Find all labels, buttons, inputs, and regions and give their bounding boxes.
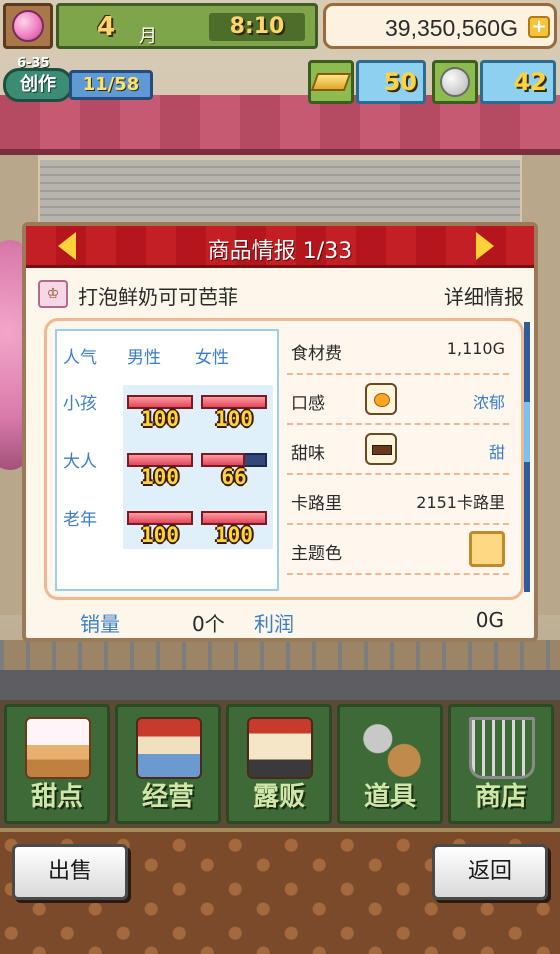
calorie-value: 2151卡路里 — [416, 493, 505, 512]
create-badge[interactable]: 创作 6-35 11/58 — [3, 56, 153, 104]
money-panel: 39,350,560G + — [323, 3, 557, 49]
male-header: 男性 — [127, 348, 161, 368]
attribute-list: 食材费 1,110G 口感 浓郁 甜味 甜 卡路里 2151卡路里 主题色 — [287, 327, 509, 595]
back-button[interactable]: 返回 — [432, 844, 548, 900]
menu-dessert-button[interactable]: 甜点 — [4, 704, 110, 824]
add-money-button[interactable]: + — [528, 16, 550, 38]
menu-label: 露贩 — [252, 782, 305, 812]
avatar-ball-icon — [12, 10, 44, 42]
medal-count: 42 — [480, 60, 556, 104]
create-count: 11/58 — [69, 70, 153, 100]
create-date: 6-35 — [17, 56, 50, 71]
month-unit: 月 — [139, 26, 157, 47]
top-hud: 4 月 8:10 39,350,560G + 创作 6-35 11/58 50 … — [0, 0, 560, 110]
menu-store-button[interactable]: 商店 — [448, 704, 554, 824]
dialog-header: 商品情报 1/33 — [26, 226, 534, 268]
pop-cell-senior-female: 100 — [201, 505, 267, 547]
texture-value: 浓郁 — [472, 393, 505, 412]
attr-row-sweet: 甜味 甜 — [287, 427, 509, 475]
profit-label: 利润 — [254, 612, 294, 636]
theme-label: 主题色 — [291, 544, 342, 564]
pop-value: 100 — [141, 407, 179, 431]
sweet-value: 甜 — [488, 443, 505, 462]
pop-cell-adult-male: 100 — [127, 447, 193, 489]
road — [0, 670, 560, 700]
create-label: 创作 — [3, 68, 73, 102]
menu-label: 道具 — [363, 782, 416, 812]
profit-value: 0G — [475, 608, 504, 632]
cake-icon — [25, 717, 91, 779]
product-info-dialog: 商品情报 1/33 ♔ 打泡鲜奶可可芭菲 详细情报 人气 男性 女性 小孩 大人… — [22, 222, 538, 642]
gear-bag-icon — [358, 717, 424, 779]
pop-cell-child-female: 100 — [201, 389, 267, 431]
dessert-icon: ♔ — [38, 280, 68, 308]
sales-label: 销量 — [80, 612, 120, 636]
sweet-label: 甜味 — [291, 444, 325, 464]
menu-label: 经营 — [141, 782, 194, 812]
row-label-adult: 大人 — [63, 452, 97, 472]
item-row: ♔ 打泡鲜奶可可芭菲 详细情报 — [38, 278, 528, 310]
scrollbar-thumb[interactable] — [524, 402, 530, 462]
gold-count: 50 — [356, 60, 426, 104]
player-avatar[interactable] — [3, 3, 53, 49]
money-value: 39,350,560G — [384, 15, 518, 41]
popularity-panel: 人气 男性 女性 小孩 大人 老年 100 100 100 66 100 100 — [55, 329, 279, 591]
item-name: 打泡鲜奶可可芭菲 — [78, 285, 238, 309]
sales-value: 0个 — [192, 612, 225, 636]
pop-cell-child-male: 100 — [127, 389, 193, 431]
pop-value: 100 — [141, 465, 179, 489]
row-label-child: 小孩 — [63, 394, 97, 414]
gold-bar-icon-box — [308, 60, 354, 104]
calorie-label: 卡路里 — [291, 494, 342, 514]
pop-value: 66 — [221, 465, 247, 489]
attr-row-theme: 主题色 — [287, 527, 509, 575]
pop-cell-senior-male: 100 — [127, 505, 193, 547]
row-label-senior: 老年 — [63, 510, 97, 530]
attr-row-calorie: 卡路里 2151卡路里 — [287, 477, 509, 525]
info-box: 人气 男性 女性 小孩 大人 老年 100 100 100 66 100 100… — [44, 318, 524, 600]
shop-icon — [136, 717, 202, 779]
next-arrow-icon[interactable] — [476, 232, 498, 260]
pop-value: 100 — [215, 523, 253, 547]
texture-label: 口感 — [291, 394, 325, 414]
menu-label: 甜点 — [30, 782, 83, 812]
theme-color-swatch — [469, 531, 505, 567]
month-number: 4 — [97, 12, 116, 42]
popularity-header: 人气 — [63, 348, 97, 368]
female-header: 女性 — [195, 348, 229, 368]
menu-manage-button[interactable]: 经营 — [115, 704, 221, 824]
detail-info-link[interactable]: 详细情报 — [444, 281, 524, 310]
dialog-title: 商品情报 1/33 — [207, 239, 353, 264]
pop-cell-adult-female: 66 — [201, 447, 267, 489]
gold-bar-icon — [310, 73, 352, 91]
sweetness-icon — [365, 433, 397, 465]
food-truck-icon — [247, 717, 313, 779]
medal-icon-box — [432, 60, 478, 104]
cost-label: 食材费 — [291, 344, 342, 364]
pop-value: 100 — [215, 407, 253, 431]
pop-value: 100 — [141, 523, 179, 547]
cost-value: 1,110G — [446, 339, 505, 358]
cart-icon — [469, 717, 535, 779]
clock: 8:10 — [209, 13, 305, 41]
sell-button[interactable]: 出售 — [12, 844, 128, 900]
attr-row-texture: 口感 浓郁 — [287, 377, 509, 425]
menu-stall-button[interactable]: 露贩 — [226, 704, 332, 824]
popularity-grid: 100 100 100 66 100 100 — [123, 385, 273, 549]
medal-icon — [440, 67, 470, 97]
bottom-area: 出售 返回 — [0, 828, 560, 954]
sales-footer: 销量 0个 利润 0G — [26, 604, 534, 640]
date-panel: 4 月 8:10 — [56, 3, 318, 49]
menu-label: 商店 — [474, 782, 527, 812]
texture-icon — [365, 383, 397, 415]
fence — [0, 640, 560, 670]
main-menu: 甜点 经营 露贩 道具 商店 — [0, 700, 560, 828]
scrollbar[interactable] — [524, 322, 530, 592]
attr-row-cost: 食材费 1,110G — [287, 327, 509, 375]
menu-items-button[interactable]: 道具 — [337, 704, 443, 824]
